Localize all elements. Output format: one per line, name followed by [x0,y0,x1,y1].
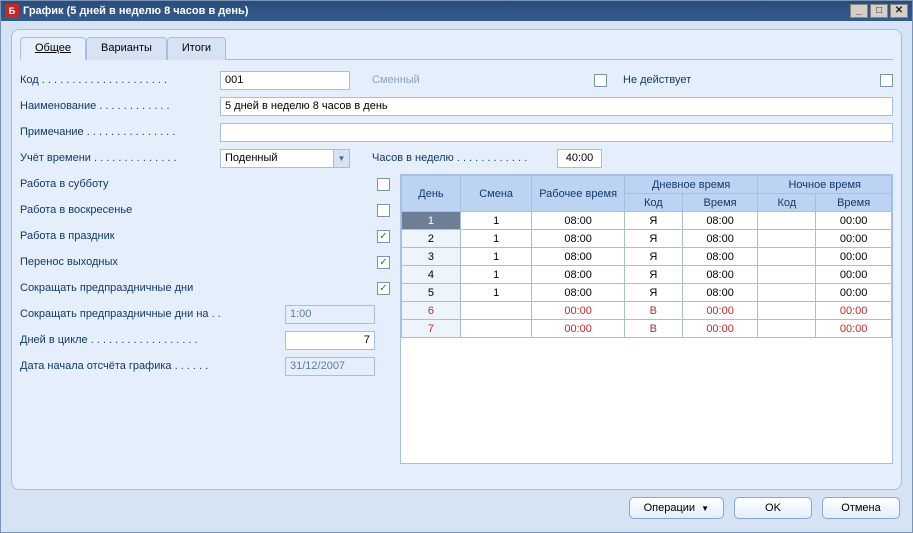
th-worktime: Рабочее время [532,176,625,212]
table-row[interactable]: 2108:00Я08:0000:00 [402,230,892,248]
app-icon: Б [5,4,19,18]
label-inactive: Не действует [623,74,723,86]
left-col: Работа в субботу Работа в воскресенье Ра… [20,174,390,464]
chevron-down-icon: ▼ [701,504,709,513]
content-area: Общее Варианты Итоги Код . . . . . . . .… [1,21,912,532]
timeacc-select[interactable]: ▼ [220,149,350,168]
th-dcode: Код [624,194,682,212]
row-name: Наименование . . . . . . . . . . . . [20,96,893,116]
timeacc-input[interactable] [220,149,333,168]
table-row[interactable]: 4108:00Я08:0000:00 [402,266,892,284]
label-startdate: Дата начала отсчёта графика . . . . . . [20,360,285,372]
label-holiday: Работа в праздник [20,230,320,242]
startdate-input[interactable] [285,357,375,376]
moveweekend-checkbox[interactable] [377,256,390,269]
right-col: День Смена Рабочее время Дневное время Н… [400,174,893,464]
cancel-button[interactable]: Отмена [822,497,900,519]
th-day: День [402,176,461,212]
label-cycledays: Дней в цикле . . . . . . . . . . . . . .… [20,334,285,346]
schedule-window: Б График (5 дней в неделю 8 часов в день… [0,0,913,533]
table-row[interactable]: 3108:00Я08:0000:00 [402,248,892,266]
tabs: Общее Варианты Итоги [20,36,893,60]
row-code: Код . . . . . . . . . . . . . . . . . . … [20,70,893,90]
schedule-table[interactable]: День Смена Рабочее время Дневное время Н… [401,175,892,338]
label-note: Примечание . . . . . . . . . . . . . . . [20,126,220,138]
label-saturday: Работа в субботу [20,178,320,190]
sunday-checkbox[interactable] [377,204,390,217]
two-col: Работа в субботу Работа в воскресенье Ра… [20,174,893,464]
ok-button[interactable]: OK [734,497,812,519]
row-timeacc: Учёт времени . . . . . . . . . . . . . .… [20,148,893,168]
name-input[interactable] [220,97,893,116]
preholiday-checkbox[interactable] [377,282,390,295]
titlebar: Б График (5 дней в неделю 8 часов в день… [1,1,912,21]
table-row[interactable]: 700:00В00:0000:00 [402,320,892,338]
label-name: Наименование . . . . . . . . . . . . [20,100,220,112]
label-hoursweek: Часов в неделю . . . . . . . . . . . . [372,152,557,164]
label-shift: Сменный [372,74,437,86]
label-code: Код . . . . . . . . . . . . . . . . . . … [20,74,220,86]
th-shift: Смена [460,176,532,212]
inactive-checkbox[interactable] [880,74,893,87]
label-moveweekend: Перенос выходных [20,256,320,268]
label-timeacc: Учёт времени . . . . . . . . . . . . . . [20,152,220,164]
minimize-button[interactable]: _ [850,4,868,18]
window-title: График (5 дней в неделю 8 часов в день) [23,5,248,17]
row-note: Примечание . . . . . . . . . . . . . . . [20,122,893,142]
label-preholiday-by: Сокращать предпраздничные дни на . . [20,308,285,320]
tab-totals[interactable]: Итоги [167,37,226,60]
holiday-checkbox[interactable] [377,230,390,243]
note-input[interactable] [220,123,893,142]
schedule-table-wrap: День Смена Рабочее время Дневное время Н… [400,174,893,464]
table-row[interactable]: 600:00В00:0000:00 [402,302,892,320]
th-dtime: Время [682,194,758,212]
tab-variants[interactable]: Варианты [86,37,167,60]
button-bar: Операции▼ OK Отмена [11,490,902,520]
label-preholiday: Сокращать предпраздничные дни [20,282,320,294]
th-ncode: Код [758,194,816,212]
hoursweek-input[interactable] [557,149,602,168]
label-sunday: Работа в воскресенье [20,204,320,216]
saturday-checkbox[interactable] [377,178,390,191]
table-row[interactable]: 1108:00Я08:0000:00 [402,212,892,230]
operations-button[interactable]: Операции▼ [629,497,724,519]
code-input[interactable] [220,71,350,90]
th-nighttime: Ночное время [758,176,892,194]
table-row[interactable]: 5108:00Я08:0000:00 [402,284,892,302]
chevron-down-icon[interactable]: ▼ [333,149,350,168]
shift-checkbox[interactable] [594,74,607,87]
maximize-button[interactable]: □ [870,4,888,18]
preholiday-by-input[interactable] [285,305,375,324]
close-button[interactable]: ✕ [890,4,908,18]
tab-general[interactable]: Общее [20,37,86,60]
th-daytime: Дневное время [624,176,758,194]
main-panel: Общее Варианты Итоги Код . . . . . . . .… [11,29,902,490]
cycledays-input[interactable] [285,331,375,350]
th-ntime: Время [816,194,892,212]
